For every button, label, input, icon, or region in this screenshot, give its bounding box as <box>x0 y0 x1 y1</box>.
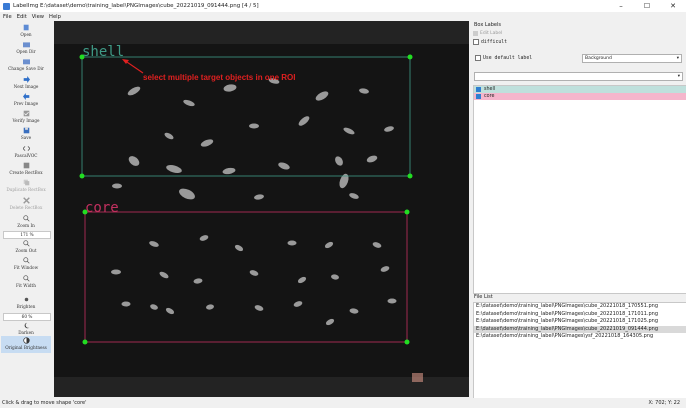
chevron-down-icon: ▾ <box>676 56 679 61</box>
contrast-icon <box>22 337 30 344</box>
duplicate-rectbox-button[interactable]: Duplicate RectBox <box>1 179 51 192</box>
zoom-value[interactable]: 171 % <box>3 231 51 239</box>
vertex-point[interactable] <box>407 54 413 60</box>
folder-icon <box>22 42 30 48</box>
arrow-right-icon <box>23 76 30 83</box>
label-item-core[interactable]: core <box>474 93 686 100</box>
zoom-out-icon <box>22 240 30 247</box>
fit-window-icon <box>22 257 30 264</box>
core-vertex-points[interactable] <box>82 209 410 345</box>
format-pascalvoc-button[interactable]: PascalVOC <box>1 145 51 158</box>
label-item-shell[interactable]: shell <box>474 86 686 93</box>
menu-view[interactable]: View <box>32 14 44 20</box>
vertex-point[interactable] <box>82 339 88 345</box>
watermark-mark <box>412 373 423 382</box>
checkbox-icon <box>473 39 479 45</box>
window-title: LabelImg E:\dataset\demo\training_label\… <box>13 3 259 9</box>
save-button[interactable]: Save <box>1 127 51 140</box>
arrow-left-icon <box>22 93 29 100</box>
zoom-in-icon <box>22 215 30 222</box>
status-message: Click & drag to move shape 'core' <box>2 400 87 406</box>
fit-window-button[interactable]: Fit Window <box>1 257 51 270</box>
file-list[interactable]: E:\dataset\demo\training_label\PNGImages… <box>473 302 686 399</box>
annotation-text: select multiple target objects in one RO… <box>143 73 295 82</box>
menu-edit[interactable]: Edit <box>17 14 27 20</box>
darken-button[interactable]: Darken <box>1 322 51 335</box>
vertex-point[interactable] <box>407 173 413 179</box>
label-filter-combo[interactable]: ▾ <box>474 72 683 81</box>
prev-image-button[interactable]: Prev Image <box>1 93 51 106</box>
duplicate-icon <box>23 179 29 186</box>
maximize-icon[interactable]: ☐ <box>636 0 658 12</box>
checkbox-icon <box>475 55 481 61</box>
menu-help[interactable]: Help <box>49 14 61 20</box>
shell-box-label: shell <box>82 44 124 60</box>
fit-width-button[interactable]: Fit Width <box>1 275 51 288</box>
vertex-point[interactable] <box>404 339 410 345</box>
change-save-dir-button[interactable]: Change Save Dir <box>1 58 51 71</box>
core-box-label: core <box>85 200 119 216</box>
delete-icon <box>22 197 30 204</box>
file-list-item[interactable]: E:\dataset\demo\training_label\PNGImages… <box>474 318 686 326</box>
minimize-icon[interactable]: – <box>610 0 632 12</box>
annotation-layer[interactable]: shell core select multiple target object… <box>54 21 469 397</box>
file-list-item[interactable]: E:\dataset\demo\training_label\PNGImages… <box>474 303 686 311</box>
use-default-label-checkbox[interactable]: Use default label <box>475 54 532 62</box>
title-bar: LabelImg E:\dataset\demo\training_label\… <box>0 0 686 12</box>
brighten-button[interactable]: Brighten <box>1 296 51 309</box>
verify-icon <box>23 110 29 117</box>
label-list[interactable]: shell core <box>473 85 686 294</box>
default-label-combo[interactable]: Background ▾ <box>582 54 682 63</box>
cursor-coordinates: X: 702; Y: 22 <box>648 400 680 406</box>
next-image-button[interactable]: Next Image <box>1 76 51 89</box>
file-list-item[interactable]: E:\dataset\demo\training_label\PNGImages… <box>474 311 686 319</box>
fit-width-icon <box>22 275 30 282</box>
close-icon[interactable]: ✕ <box>662 0 684 12</box>
save-icon <box>23 127 29 134</box>
status-bar: Click & drag to move shape 'core' X: 702… <box>0 398 686 408</box>
zoom-in-button[interactable]: Zoom In <box>1 215 51 228</box>
checkbox-checked-icon[interactable] <box>476 87 481 92</box>
delete-rectbox-button[interactable]: Delete RectBox <box>1 197 51 210</box>
brightness-value[interactable]: 60 % <box>3 313 51 321</box>
image-canvas[interactable]: shell core select multiple target object… <box>54 21 469 397</box>
edit-icon <box>473 30 478 36</box>
file-list-item[interactable]: E:\dataset\demo\training_label\PNGImages… <box>474 325 686 334</box>
zoom-out-button[interactable]: Zoom Out <box>1 240 51 253</box>
original-brightness-button[interactable]: Original Brightness <box>1 336 51 353</box>
moon-icon <box>24 322 29 329</box>
menu-file[interactable]: File <box>3 14 12 20</box>
open-dir-button[interactable]: Open Dir <box>1 41 51 54</box>
verify-image-button[interactable]: Verify Image <box>1 110 51 123</box>
menu-bar: File Edit View Help <box>0 12 686 21</box>
box-labels-title: Box Labels <box>474 22 501 28</box>
open-icon <box>23 24 29 31</box>
app-icon <box>3 2 10 10</box>
file-list-title: File List <box>474 294 493 300</box>
core-bounding-box[interactable] <box>84 211 408 343</box>
open-button[interactable]: Open <box>1 24 51 37</box>
create-rectbox-button[interactable]: Create RectBox <box>1 162 51 175</box>
chevron-down-icon: ▾ <box>677 74 680 79</box>
edit-label-button[interactable]: Edit Label <box>473 29 502 37</box>
code-icon <box>22 146 30 151</box>
vertex-point[interactable] <box>404 209 410 215</box>
vertex-point[interactable] <box>79 173 85 179</box>
sun-icon <box>24 297 28 302</box>
difficult-checkbox[interactable]: difficult <box>473 38 507 46</box>
right-dock: Box Labels Edit Label difficult Use defa… <box>471 21 686 399</box>
vertex-point[interactable] <box>82 209 88 215</box>
toolbar: Open Open Dir Change Save Dir Next Image… <box>0 21 52 397</box>
create-box-icon <box>23 162 29 169</box>
file-list-item[interactable]: E:\dataset\demo\training_label\PNGImages… <box>474 333 686 341</box>
vertex-point[interactable] <box>79 54 85 60</box>
folder-icon <box>22 59 30 65</box>
checkbox-checked-icon[interactable] <box>476 94 481 99</box>
